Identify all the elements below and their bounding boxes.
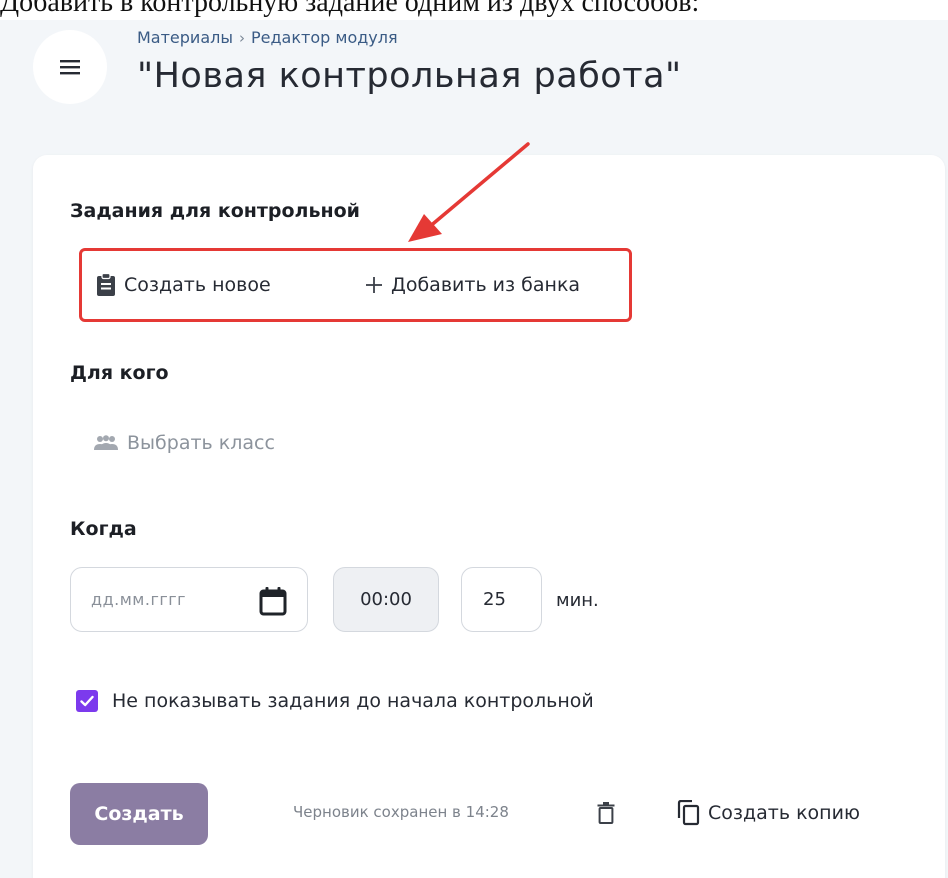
menu-icon: [60, 60, 80, 75]
date-placeholder: дд.мм.гггг: [91, 590, 187, 609]
duration-unit-label: мин.: [556, 590, 599, 611]
create-copy-label: Создать копию: [708, 802, 860, 824]
check-icon: [80, 695, 94, 707]
audience-section-title: Для кого: [70, 362, 169, 384]
screenshot-caption: Добавить в контрольную задание одним из …: [0, 0, 948, 20]
duration-input[interactable]: 25: [461, 567, 542, 632]
hide-tasks-label: Не показывать задания до начала контроль…: [112, 690, 594, 712]
trash-icon[interactable]: [597, 802, 615, 824]
duration-value: 25: [483, 589, 506, 610]
draft-status: Черновик сохранен в 14:28: [293, 803, 509, 821]
hide-tasks-checkbox[interactable]: [76, 690, 98, 712]
people-icon: [94, 435, 118, 450]
hide-tasks-option: Не показывать задания до начала контроль…: [76, 690, 594, 712]
breadcrumb: Материалы › Редактор модуля: [137, 28, 398, 47]
calendar-icon[interactable]: [259, 586, 287, 616]
time-value: 00:00: [360, 589, 412, 610]
choose-class-label: Выбрать класс: [127, 432, 275, 454]
add-from-bank-label: Добавить из банка: [391, 274, 581, 296]
create-button[interactable]: Создать: [70, 783, 208, 845]
clipboard-icon: [97, 273, 115, 296]
date-input[interactable]: дд.мм.гггг: [70, 567, 308, 632]
menu-button[interactable]: [33, 30, 107, 104]
time-input[interactable]: 00:00: [333, 567, 439, 632]
copy-icon: [677, 800, 700, 826]
choose-class-button[interactable]: Выбрать класс: [93, 427, 275, 459]
page-title: "Новая контрольная работа": [137, 56, 682, 96]
breadcrumb-separator: ›: [239, 28, 245, 47]
add-from-bank-button[interactable]: Добавить из банка: [365, 266, 580, 304]
breadcrumb-materials[interactable]: Материалы: [137, 28, 233, 47]
breadcrumb-module-editor[interactable]: Редактор модуля: [251, 28, 398, 47]
create-new-task-button[interactable]: Создать новое: [96, 266, 271, 304]
create-copy-button[interactable]: Создать копию: [676, 800, 860, 826]
tasks-section-title: Задания для контрольной: [70, 200, 360, 222]
plus-icon: [366, 277, 382, 293]
create-new-task-label: Создать новое: [124, 274, 271, 296]
when-section-title: Когда: [70, 518, 137, 540]
